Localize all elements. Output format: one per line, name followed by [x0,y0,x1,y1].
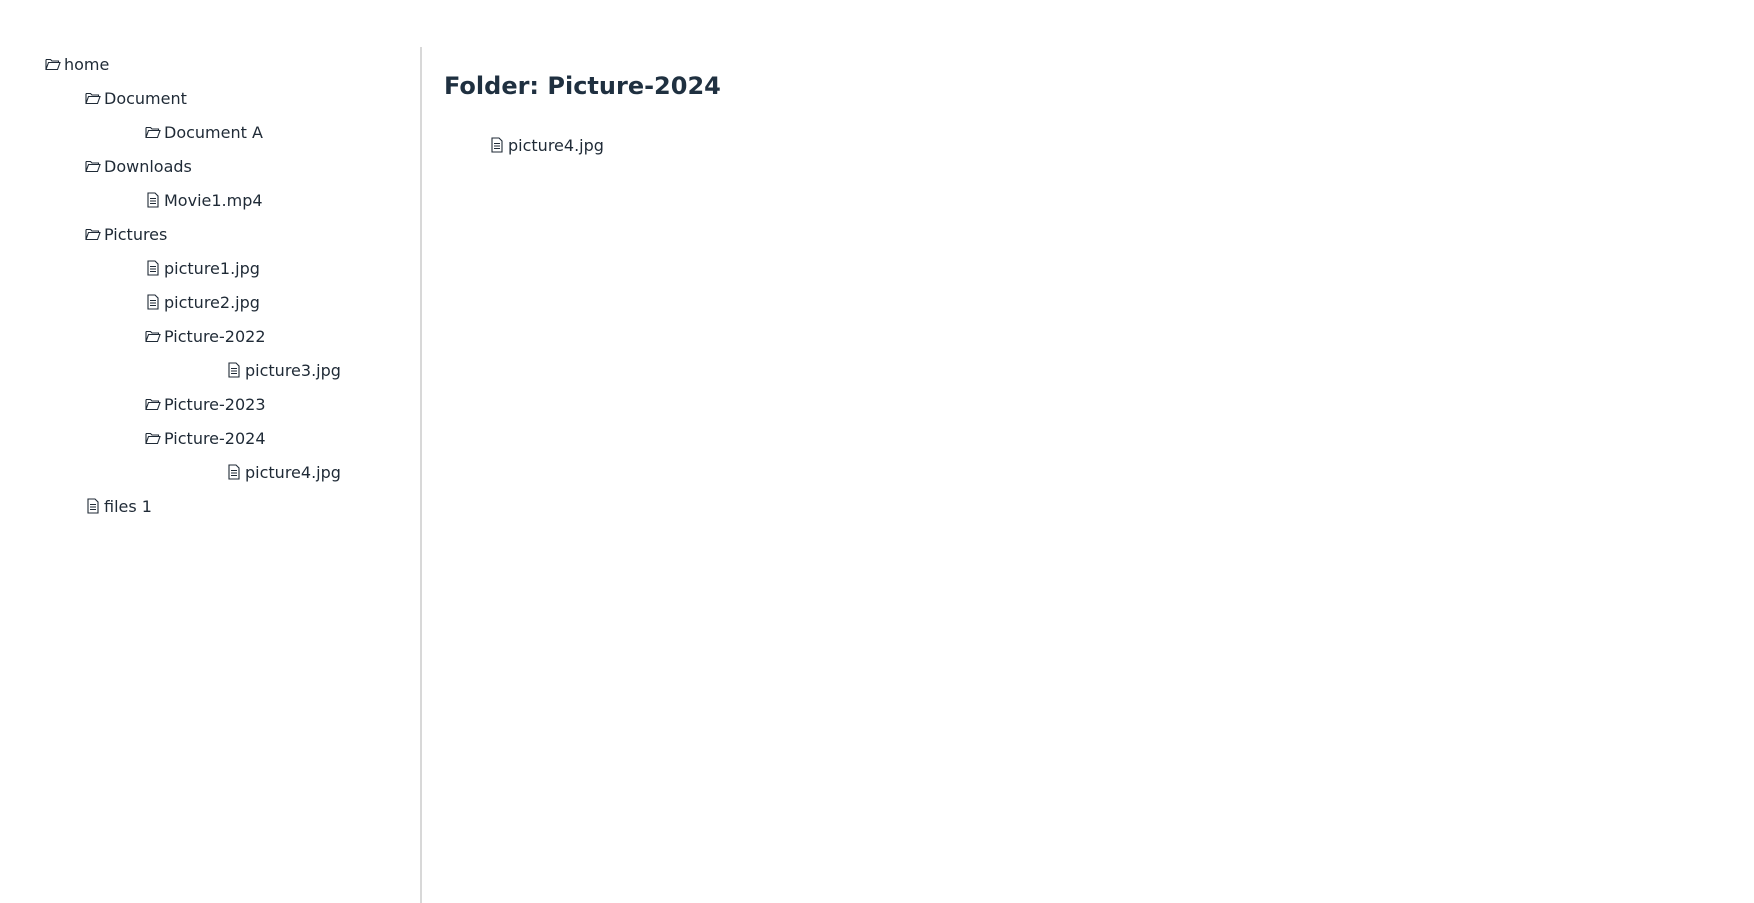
tree-item-files-1[interactable]: files 1 [84,491,152,521]
tree-item-picture-2022[interactable]: Picture-2022 [144,321,266,351]
tree-item-label: picture2.jpg [164,292,260,312]
tree-item-label: picture1.jpg [164,258,260,278]
tree-item-label: Document [104,88,187,108]
folder-open-icon [144,429,162,447]
file-icon [84,497,102,515]
folder-open-icon [84,157,102,175]
tree-item-picture-2024[interactable]: Picture-2024 [144,423,266,453]
tree-item-picture4[interactable]: picture4.jpg [225,457,341,487]
folder-content-list: picture4.jpg [488,130,604,160]
folder-open-icon [144,123,162,141]
file-icon [488,136,506,154]
tree-item-label: files 1 [104,496,152,516]
file-icon [144,191,162,209]
file-icon [225,361,243,379]
file-browser: home Document Document A Downloads Movie… [0,0,1754,903]
folder-open-icon [84,89,102,107]
tree-item-home[interactable]: home [44,49,109,79]
tree-item-document[interactable]: Document [84,83,187,113]
tree-item-document-a[interactable]: Document A [144,117,263,147]
tree-item-label: Downloads [104,156,192,176]
list-item-label: picture4.jpg [508,135,604,155]
sidebar-tree-panel: home Document Document A Downloads Movie… [0,47,422,903]
folder-view: Folder: Picture-2024 picture4.jpg [444,0,1744,903]
tree-item-picture1[interactable]: picture1.jpg [144,253,260,283]
tree-item-label: Picture-2023 [164,394,266,414]
page-title: Folder: Picture-2024 [444,72,721,100]
tree-item-picture-2023[interactable]: Picture-2023 [144,389,266,419]
folder-open-icon [144,327,162,345]
tree-item-downloads[interactable]: Downloads [84,151,192,181]
tree-item-label: picture4.jpg [245,462,341,482]
tree-item-label: Pictures [104,224,168,244]
tree-item-label: picture3.jpg [245,360,341,380]
folder-open-icon [84,225,102,243]
tree-item-picture2[interactable]: picture2.jpg [144,287,260,317]
tree-item-label: Picture-2022 [164,326,266,346]
tree-item-picture3[interactable]: picture3.jpg [225,355,341,385]
file-icon [144,259,162,277]
tree-item-label: Document A [164,122,263,142]
tree-item-pictures[interactable]: Pictures [84,219,167,249]
tree-item-label: Picture-2024 [164,428,266,448]
tree-item-label: Movie1.mp4 [164,190,263,210]
file-icon [225,463,243,481]
folder-open-icon [44,55,62,73]
file-icon [144,293,162,311]
list-item-picture4[interactable]: picture4.jpg [488,130,604,160]
tree-item-label: home [64,54,110,74]
tree-item-movie1[interactable]: Movie1.mp4 [144,185,263,215]
folder-open-icon [144,395,162,413]
